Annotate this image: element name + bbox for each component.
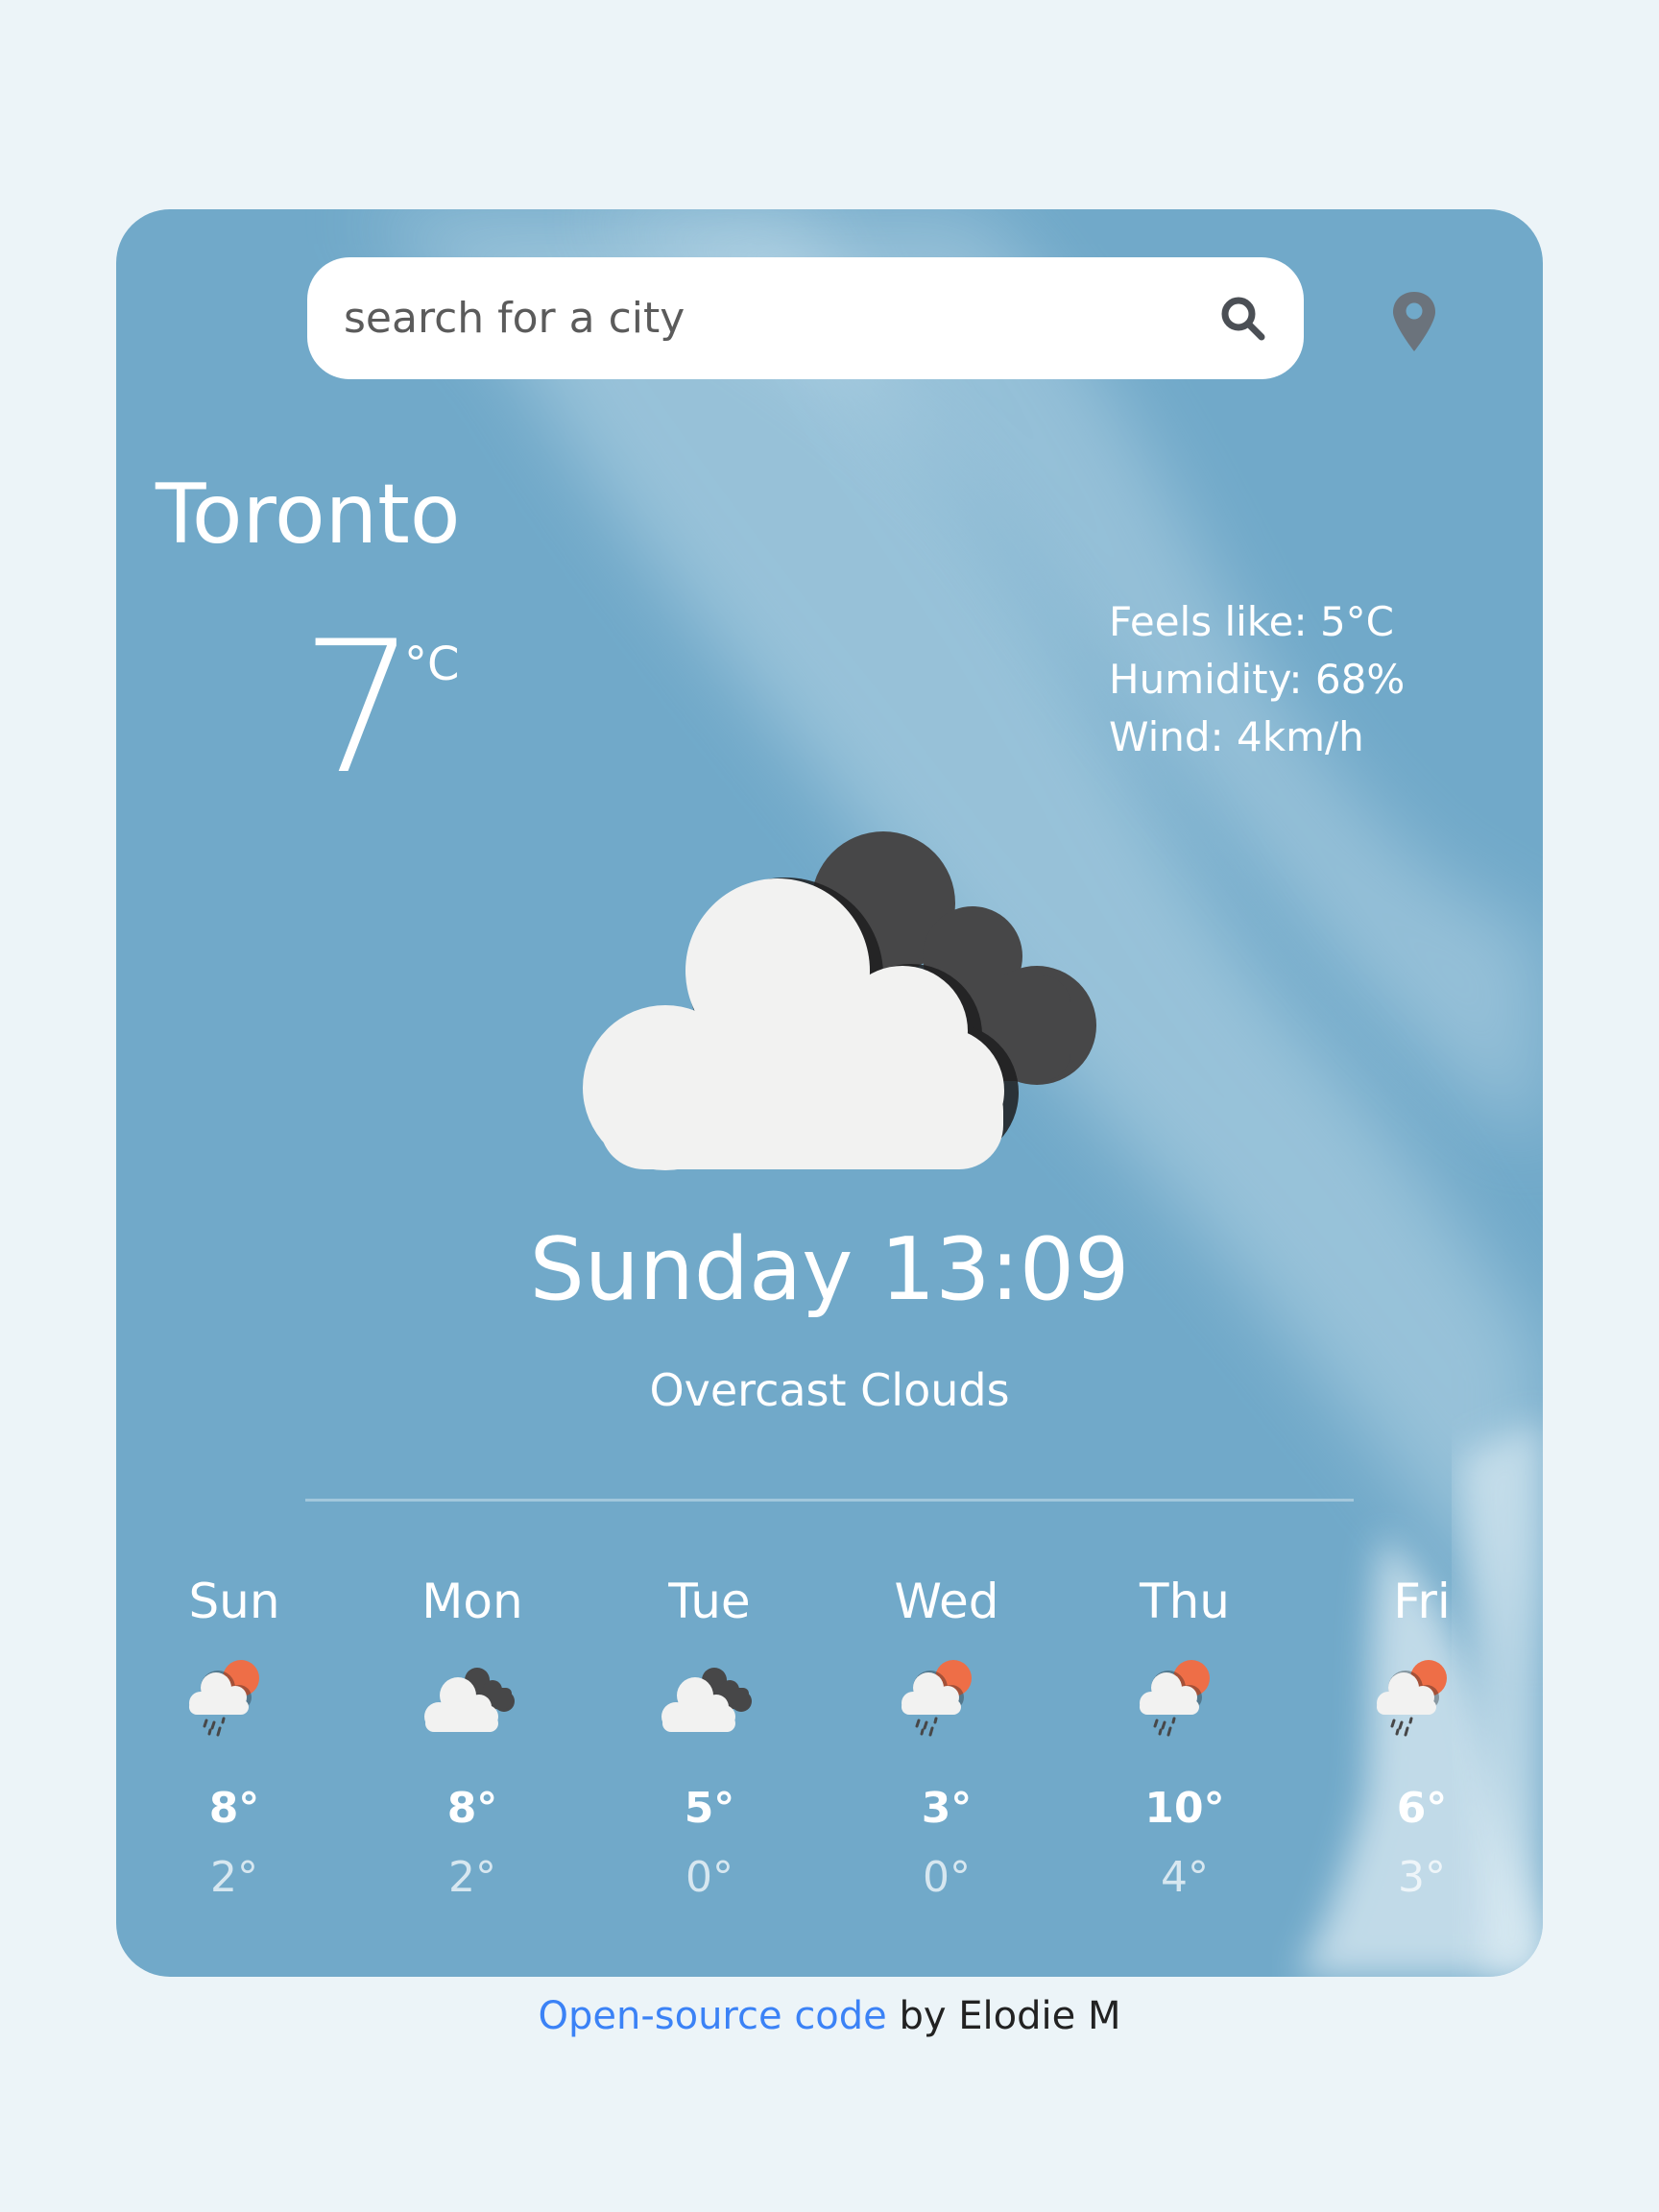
rain-sun-icon [1369, 1659, 1475, 1745]
city-search-input[interactable] [344, 257, 1189, 379]
forecast-max-temp: 8° [208, 1784, 260, 1833]
overcast-clouds-icon-graphic [661, 1668, 752, 1732]
forecast-max-temp: 6° [1396, 1784, 1448, 1833]
weather-description: Overcast Clouds [649, 1364, 1010, 1416]
search-icon [1221, 297, 1265, 341]
rain-sun-icon [181, 1659, 287, 1745]
open-source-link[interactable]: Open-source code [539, 1994, 887, 2038]
forecast-max-temp: 10° [1144, 1784, 1225, 1833]
forecast-day-name: Mon [421, 1574, 523, 1629]
search-button[interactable] [1210, 288, 1277, 349]
rain-sun-icon-graphic [1377, 1660, 1447, 1737]
rain-sun-icon [1132, 1659, 1238, 1745]
forecast-min-temp: 0° [923, 1853, 971, 1902]
search-bar [307, 257, 1304, 379]
rain-sun-icon-graphic [1140, 1660, 1210, 1737]
temperature-unit[interactable]: °C [404, 637, 460, 691]
forecast-max-temp: 8° [446, 1784, 498, 1833]
rain-sun-icon-graphic [902, 1660, 972, 1737]
current-location-button[interactable] [1385, 288, 1443, 355]
forecast-day-name: Sun [188, 1574, 280, 1629]
rain-sun-icon [894, 1659, 999, 1745]
overcast-clouds-icon [657, 1659, 762, 1745]
forecast-min-temp: 2° [210, 1853, 258, 1902]
rain-sun-icon-graphic [189, 1660, 259, 1737]
divider [305, 1499, 1354, 1502]
map-pin-icon [1393, 292, 1435, 351]
forecast-day: Mon 8° 2° [367, 1573, 578, 1905]
forecast-max-temp: 3° [921, 1784, 973, 1833]
forecast-day: Sun 8° 2° [129, 1573, 340, 1905]
forecast-day: Fri 6° 3° [1316, 1573, 1527, 1905]
city-name: Toronto [156, 467, 461, 563]
feels-like: Feels like: 5°C [1109, 598, 1394, 645]
overcast-clouds-icon [420, 1659, 525, 1745]
forecast-day-name: Thu [1140, 1574, 1230, 1629]
weather-card: Toronto 7 °C Feels like: 5°C Humidity: 6… [116, 209, 1543, 1977]
humidity: Humidity: 68% [1109, 656, 1406, 703]
wind-speed: Wind: 4km/h [1109, 713, 1364, 760]
forecast-min-temp: 0° [685, 1853, 733, 1902]
current-datetime: Sunday 13:09 [529, 1219, 1130, 1320]
forecast-min-temp: 2° [448, 1853, 496, 1902]
forecast-max-temp: 5° [684, 1784, 735, 1833]
overcast-clouds-icon-graphic [424, 1668, 515, 1732]
forecast-day-name: Fri [1393, 1574, 1451, 1629]
current-temperature: 7 [301, 602, 417, 814]
forecast-day-name: Wed [894, 1574, 999, 1629]
forecast-day-name: Tue [668, 1574, 751, 1629]
forecast-day: Wed 3° 0° [841, 1573, 1052, 1905]
overcast-clouds-icon [583, 831, 1096, 1170]
forecast-min-temp: 4° [1161, 1853, 1209, 1902]
weather-details: Feels like: 5°C Humidity: 68% Wind: 4km/… [1109, 593, 1405, 766]
forecast-min-temp: 3° [1398, 1853, 1446, 1902]
forecast-list: Sun 8° 2° Mon 8° 2° Tue 5° 0° Wed 3° 0° … [116, 1573, 1543, 1937]
forecast-day: Tue 5° 0° [604, 1573, 815, 1905]
footer-credit: by Elodie M [886, 1994, 1121, 2038]
footer: Open-source code by Elodie M [0, 1989, 1659, 2043]
forecast-day: Thu 10° 4° [1079, 1573, 1290, 1905]
